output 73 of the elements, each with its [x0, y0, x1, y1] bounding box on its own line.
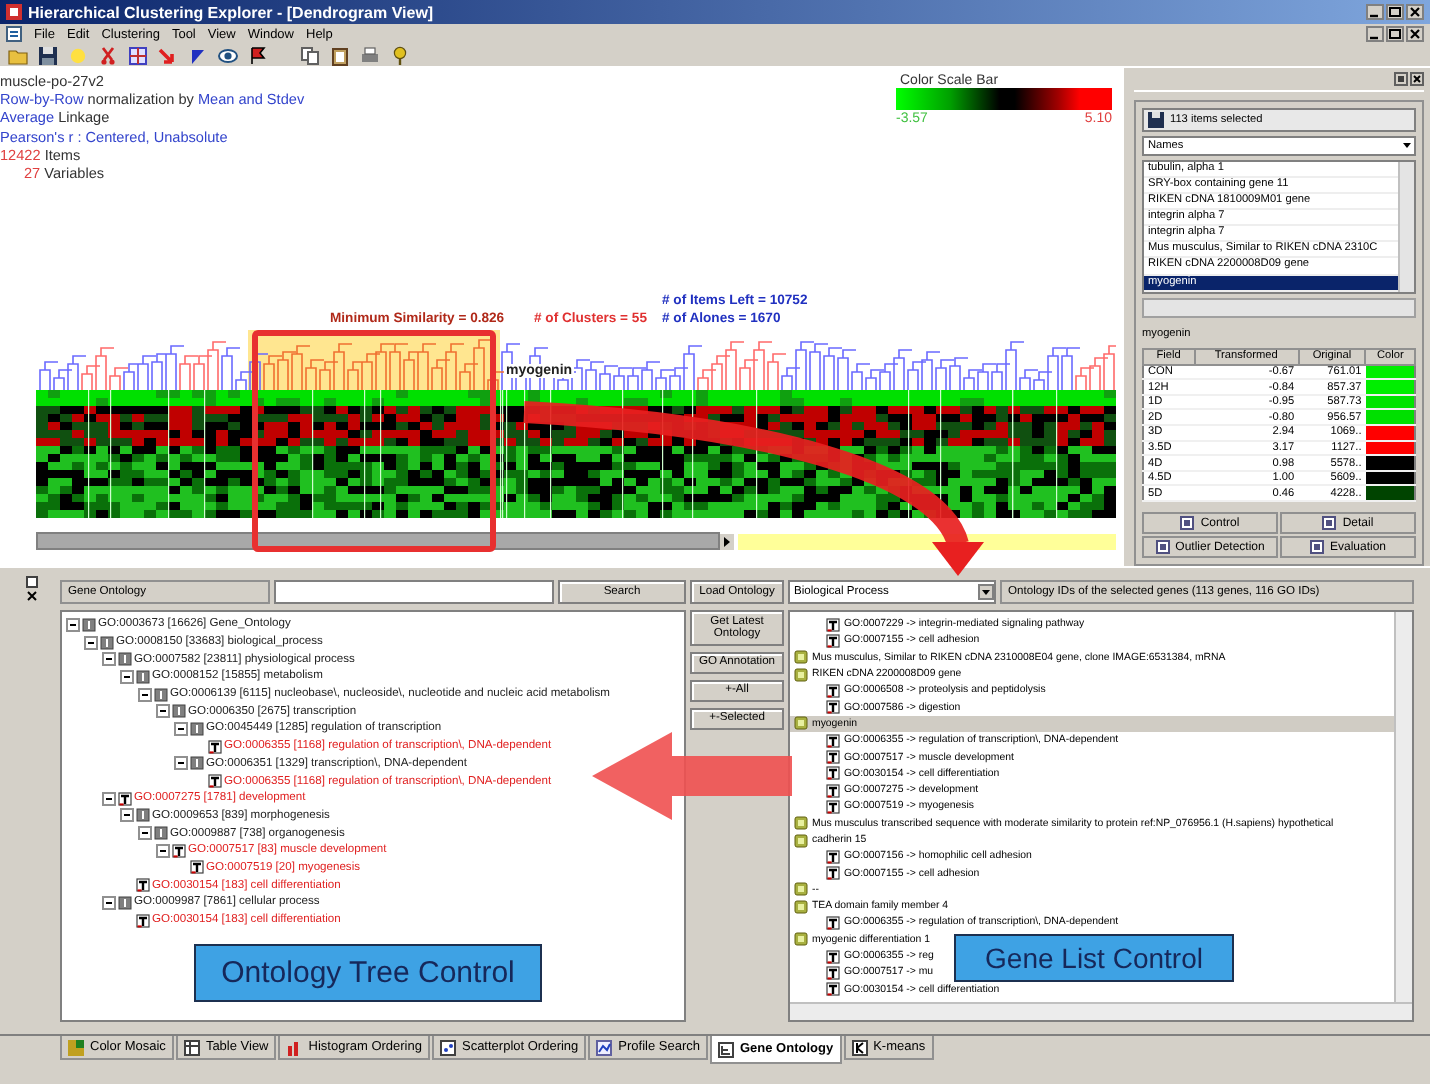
collapse-icon[interactable]: [138, 826, 152, 841]
term-icon: [190, 721, 204, 736]
collapse-icon[interactable]: [120, 669, 134, 684]
collapse-icon[interactable]: [102, 895, 116, 910]
vertical-scrollbar[interactable]: [1394, 612, 1412, 1002]
collapse-icon[interactable]: [66, 617, 80, 632]
term-icon: [118, 652, 132, 667]
collapse-icon[interactable]: [138, 687, 152, 702]
annotation-icon: [826, 915, 840, 930]
save-icon[interactable]: [38, 45, 58, 65]
restore-icon[interactable]: [26, 576, 38, 588]
table-icon: [183, 1039, 200, 1055]
term-icon: [154, 826, 168, 841]
annotation-icon: [136, 913, 150, 928]
document-icon: [6, 26, 22, 42]
line-chart-icon: [596, 1039, 613, 1055]
grid-icon[interactable]: [128, 45, 148, 65]
close-icon[interactable]: [1406, 4, 1424, 20]
flag-icon[interactable]: [248, 45, 268, 65]
collapse-icon[interactable]: [84, 635, 98, 650]
annotation-icon: [172, 843, 186, 858]
annotation-icon: [136, 878, 150, 893]
gene-icon: [794, 716, 808, 731]
eye-icon[interactable]: [218, 45, 238, 65]
save-icon[interactable]: [1148, 111, 1164, 128]
collapse-icon[interactable]: [174, 721, 188, 736]
horizontal-scrollbar[interactable]: [790, 1002, 1412, 1020]
dropdown-icon: [978, 584, 994, 600]
term-icon: [82, 617, 96, 632]
close-icon[interactable]: [1406, 26, 1424, 42]
tab-icon: [851, 1039, 868, 1055]
collapse-icon[interactable]: [102, 652, 116, 667]
annotation-icon: [118, 791, 132, 806]
collapse-icon[interactable]: [174, 756, 188, 771]
annotation-icon: [190, 860, 204, 875]
term-icon: [172, 704, 186, 719]
callout-label: Ontology Tree Control: [194, 944, 542, 1002]
scatter-icon: [439, 1039, 456, 1055]
gene-icon: [794, 932, 808, 947]
callout-label: Gene List Control: [954, 934, 1234, 982]
tree-icon: [717, 1041, 734, 1057]
collapse-icon[interactable]: [120, 808, 134, 823]
term-icon: [190, 756, 204, 771]
horizontal-scrollbar[interactable]: [1142, 297, 1416, 318]
close-icon[interactable]: [26, 590, 38, 602]
clipboard-icon[interactable]: [330, 45, 350, 65]
mosaic-icon: [68, 1039, 84, 1055]
app-icon: [6, 4, 22, 20]
close-icon[interactable]: [1410, 72, 1424, 86]
minimize-icon[interactable]: [1366, 4, 1384, 20]
copy-icon[interactable]: [300, 45, 320, 65]
collapse-icon[interactable]: [156, 704, 170, 719]
vertical-scrollbar[interactable]: [1398, 161, 1414, 292]
pin-icon[interactable]: [390, 45, 410, 65]
pin-icon[interactable]: [1394, 72, 1408, 86]
term-icon: [136, 669, 150, 684]
scroll-right-icon[interactable]: [720, 533, 734, 549]
window-title: Hierarchical Clustering Explorer - [Dendrogram View]: [28, 3, 436, 21]
search-field[interactable]: [274, 580, 554, 604]
scissors-icon[interactable]: [98, 45, 118, 65]
dropdown-icon: [1400, 138, 1414, 153]
printer-icon[interactable]: [360, 45, 380, 65]
collapse-icon[interactable]: [156, 843, 170, 858]
term-icon: [118, 895, 132, 910]
annotation-icon: [208, 739, 222, 754]
bar-chart-icon: [286, 1039, 303, 1055]
term-icon: [154, 687, 168, 702]
term-icon: [100, 635, 114, 650]
annotation-icon: [208, 774, 222, 789]
term-icon: [136, 808, 150, 823]
collapse-icon[interactable]: [102, 791, 116, 806]
minimize-icon[interactable]: [1366, 26, 1384, 42]
horizontal-scrollbar[interactable]: [36, 532, 720, 550]
